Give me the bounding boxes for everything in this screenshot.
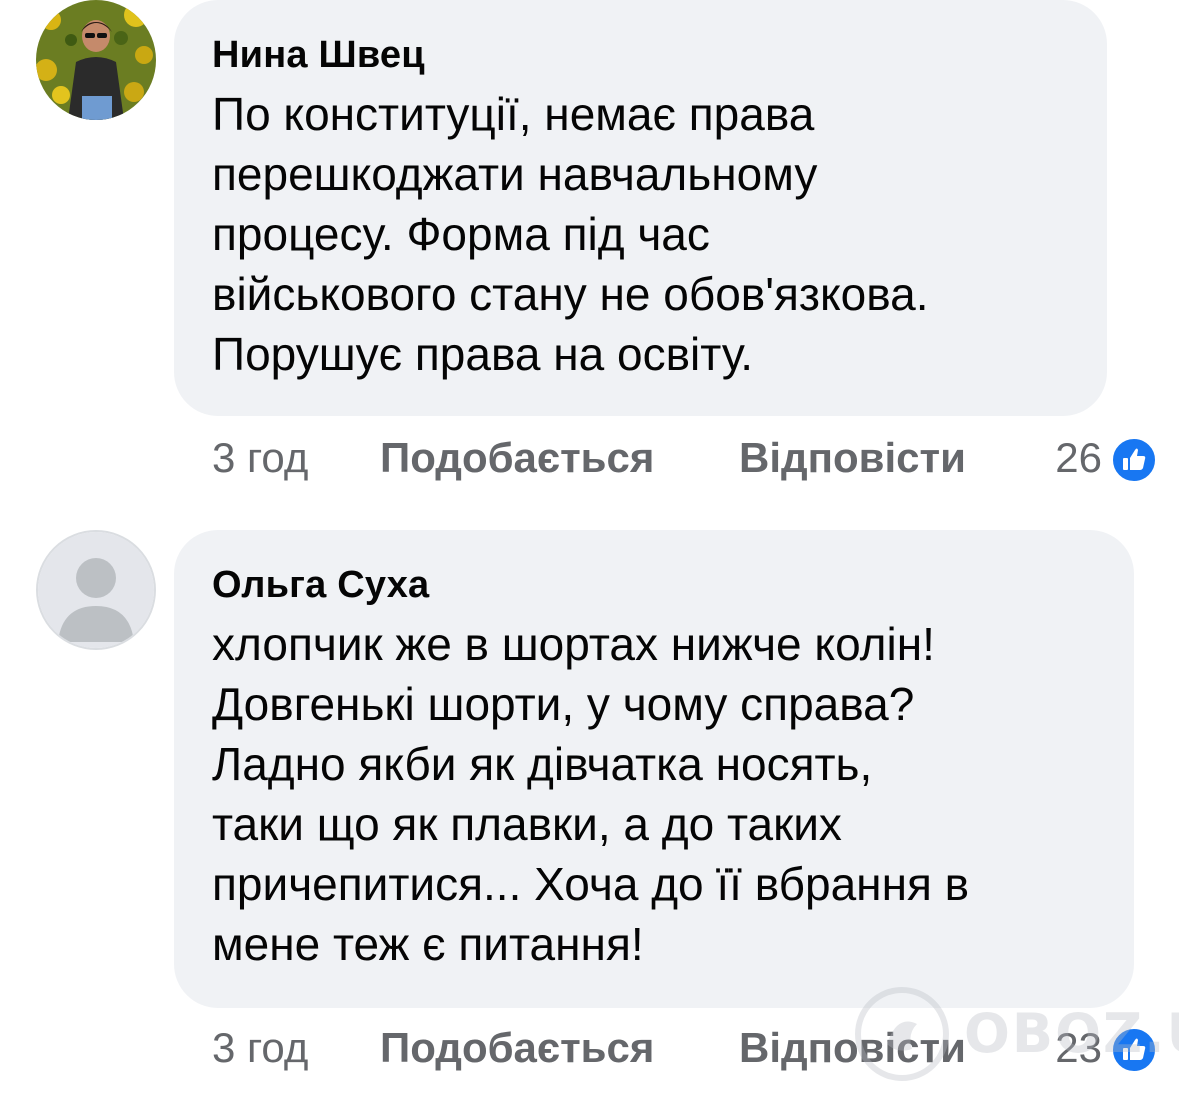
- avatar[interactable]: [36, 530, 156, 650]
- comment-text-line: таки що як плавки, а до таких: [212, 798, 842, 850]
- comment-author[interactable]: Ольга Суха: [212, 562, 1094, 608]
- comment-bubble: Ольга Суха хлопчик же в шортах нижче кол…: [174, 530, 1134, 1008]
- default-user-silhouette-icon: [38, 532, 154, 648]
- comment-text-line: мене теж є питання!: [212, 918, 644, 970]
- comment-text-line: хлопчик же в шортах нижче колін!: [212, 618, 935, 670]
- comment-text-line: Довгенькі шорти, у чому справа?: [212, 678, 915, 730]
- like-button[interactable]: Подобається: [380, 1018, 654, 1078]
- reply-button[interactable]: Відповісти: [739, 428, 966, 488]
- comment-bubble: Нина Швец По конституції, немає права пе…: [174, 0, 1107, 416]
- comment-text-line: причепитися... Хоча до її вбрання в: [212, 858, 970, 910]
- user-photo-avatar-icon: [36, 0, 156, 120]
- comment-text-line: По конституції, немає права: [212, 88, 815, 140]
- like-button[interactable]: Подобається: [380, 428, 654, 488]
- avatar[interactable]: [36, 0, 156, 120]
- comment-timestamp[interactable]: 3 год: [212, 428, 308, 488]
- reaction-count[interactable]: 26: [1055, 428, 1102, 488]
- watermark: OBOZ.UA: [852, 984, 1179, 1084]
- comment-author[interactable]: Нина Швец: [212, 32, 1067, 78]
- comment-text-line: перешкоджати навчальному: [212, 148, 818, 200]
- comment-timestamp[interactable]: 3 год: [212, 1018, 308, 1078]
- thumbs-up-icon[interactable]: [1110, 436, 1158, 484]
- oboz-logo-icon: [855, 987, 949, 1081]
- comment-text-line: процесу. Форма під час: [212, 208, 710, 260]
- watermark-text: OBOZ.UA: [964, 1002, 1179, 1065]
- comment-text-line: Порушує права на освіту.: [212, 328, 753, 380]
- comment-text-line: Ладно якби як дівчатка носять,: [212, 738, 873, 790]
- comment-text-line: військового стану не обов'язкова.: [212, 268, 929, 320]
- comment-actions: 3 год Подобається Відповісти 26: [212, 428, 1162, 488]
